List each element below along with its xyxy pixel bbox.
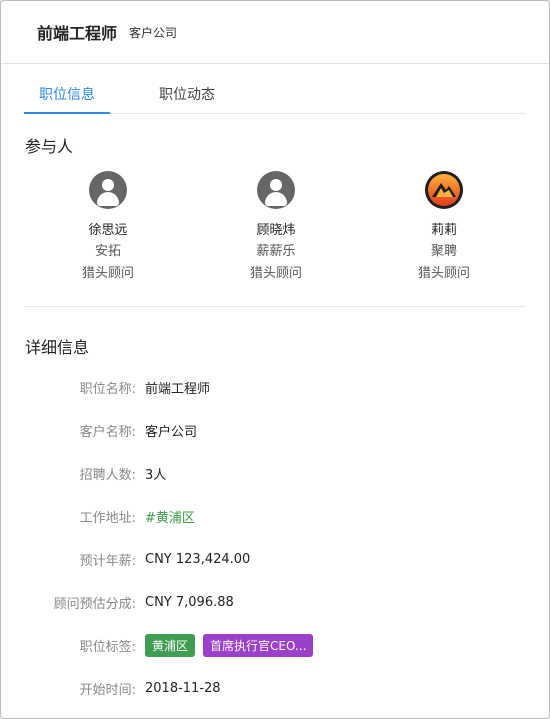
detail-row-work-address: 工作地址: #黄浦区 [1,495,549,538]
detail-row-consultant-share: 顾问预估分成: CNY 7,096.88 [1,581,549,624]
participant-name: 顾晓炜 [256,223,296,238]
default-user-icon [89,171,127,209]
detail-row-annual-salary: 预计年薪: CNY 123,424.00 [1,538,549,581]
job-tag[interactable]: 黄浦区 [145,634,196,657]
default-user-icon [257,171,295,209]
job-tag[interactable]: 首席执行官CEO... [203,634,314,657]
detail-row-headcount: 招聘人数: 3人 [1,452,549,495]
detail-label: 招聘人数: [79,468,136,483]
detail-label: 开始时间: [79,683,136,698]
detail-label: 职位标签: [79,640,136,655]
detail-row-client-name: 客户名称: 客户公司 [1,409,549,452]
participants-list: 徐思远 安拓 猎头顾问 顾晓炜 薪薪乐 猎头顾问 莉莉 聚聘 猎头顾问 [1,171,549,285]
tab-job-activity[interactable]: 职位动态 [146,66,228,114]
detail-label: 职位名称: [79,382,136,397]
company-logo-icon [425,171,463,209]
participant-company: 薪薪乐 [256,244,296,259]
detail-value: CNY 7,096.88 [145,595,234,610]
detail-value: 客户公司 [145,425,198,440]
participants-heading: 参与人 [25,137,74,156]
participant-card[interactable]: 顾晓炜 薪薪乐 猎头顾问 [192,171,360,285]
job-title: 前端工程师 [37,24,118,43]
detail-row-job-name: 职位名称: 前端工程师 [1,366,549,409]
tag-list: 黄浦区 首席执行官CEO... [145,634,321,657]
header: 前端工程师 客户公司 [1,1,549,64]
participant-card[interactable]: 莉莉 聚聘 猎头顾问 [360,171,528,285]
participant-company: 安拓 [94,244,121,259]
detail-row-start-date: 开始时间: 2018-11-28 [1,667,549,710]
job-detail-panel: 前端工程师 客户公司 职位信息 职位动态 参与人 徐思远 安拓 猎头顾问 顾晓炜… [0,0,550,719]
detail-label: 工作地址: [79,511,136,526]
participant-card[interactable]: 徐思远 安拓 猎头顾问 [24,171,192,285]
detail-value: 前端工程师 [145,382,211,397]
detail-label: 客户名称: [79,425,136,440]
participant-company: 聚聘 [430,244,457,259]
section-divider [24,306,526,307]
detail-label: 顾问预估分成: [53,597,136,612]
details-heading: 详细信息 [25,338,90,357]
participant-role: 猎头顾问 [81,266,134,281]
detail-row-job-tags: 职位标签: 黄浦区 首席执行官CEO... [1,624,549,667]
details-list: 职位名称: 前端工程师 客户名称: 客户公司 招聘人数: 3人 工作地址: #黄… [1,366,549,710]
detail-value: 3人 [145,468,167,483]
client-name[interactable]: 客户公司 [129,24,177,41]
participant-role: 猎头顾问 [417,266,470,281]
participant-name: 徐思远 [88,223,128,238]
tab-job-info[interactable]: 职位信息 [24,66,110,114]
detail-value: CNY 123,424.00 [145,552,251,567]
participant-name: 莉莉 [430,223,457,238]
detail-label: 预计年薪: [79,554,136,569]
tab-bar: 职位信息 职位动态 [24,64,526,114]
participant-role: 猎头顾问 [249,266,302,281]
work-address-link[interactable]: #黄浦区 [145,507,195,526]
detail-value: 2018-11-28 [145,681,221,696]
